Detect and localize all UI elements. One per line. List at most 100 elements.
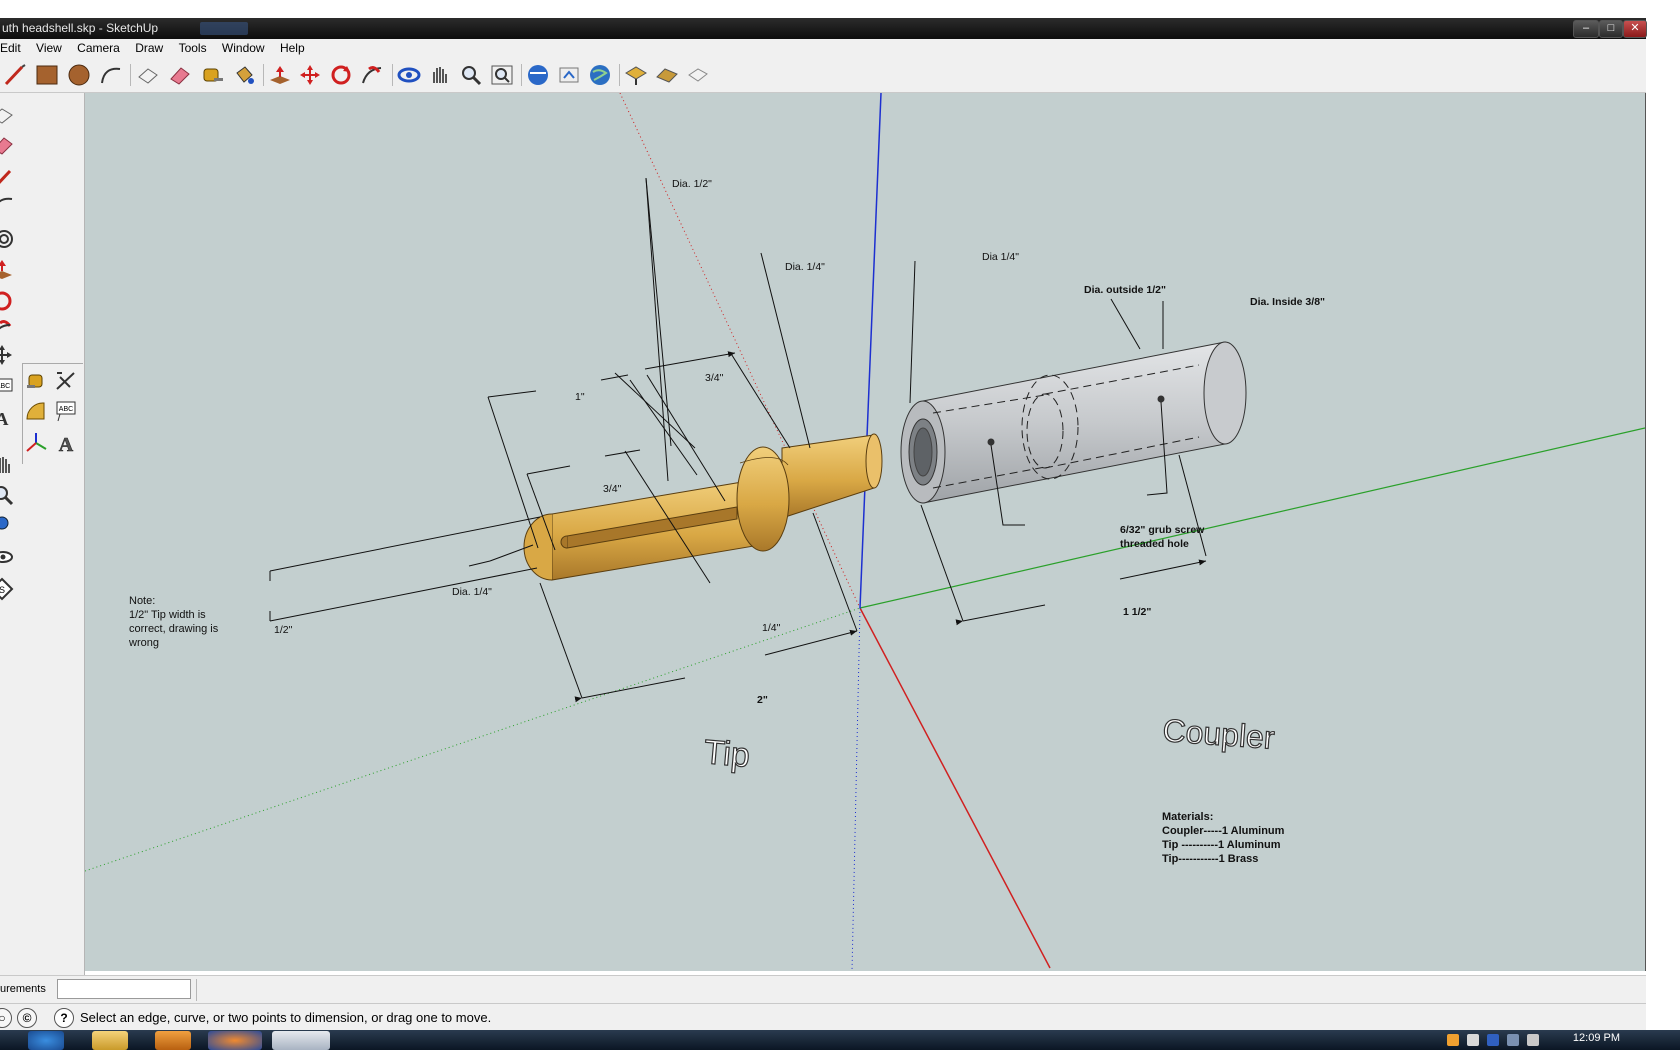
push-pull-icon[interactable]: [267, 63, 293, 87]
menu-window[interactable]: Window: [216, 39, 271, 57]
tape-measure-icon[interactable]: [199, 63, 225, 87]
eraser-icon[interactable]: [167, 63, 193, 87]
tape-measure-icon[interactable]: [24, 369, 48, 393]
power-icon[interactable]: [1507, 1034, 1519, 1046]
menu-camera[interactable]: Camera: [71, 39, 126, 57]
zoom-icon[interactable]: [0, 483, 14, 507]
status-bar: ○ © ? Select an edge, curve, or two poin…: [0, 1003, 1646, 1031]
zoom-extents-icon[interactable]: [489, 63, 515, 87]
flag-icon[interactable]: [1467, 1034, 1479, 1046]
svg-text:S: S: [0, 585, 5, 595]
minimize-button[interactable]: –: [1573, 20, 1599, 38]
note-line-3: correct, drawing is: [129, 623, 219, 635]
follow-me-icon[interactable]: [359, 63, 385, 87]
title-bar: uth headshell.skp - SketchUp – □ ✕: [0, 18, 1647, 39]
arc-tool-icon[interactable]: [98, 63, 124, 87]
google-earth-icon[interactable]: [587, 63, 613, 87]
tip-model[interactable]: [523, 433, 883, 581]
circle-tool-icon[interactable]: [66, 63, 92, 87]
materials-line-1: Coupler-----1 Aluminum: [1162, 825, 1285, 837]
coupler-model[interactable]: [900, 341, 1247, 504]
grub-screw-label-line2: threaded hole: [1120, 538, 1189, 550]
toolbar-separator: [392, 64, 393, 86]
zoom-window-icon[interactable]: [0, 513, 14, 537]
3d-text-tool-icon[interactable]: A: [54, 431, 78, 455]
tray-icon[interactable]: [1447, 1034, 1459, 1046]
firefox-icon[interactable]: [208, 1031, 262, 1050]
text-label-icon[interactable]: ABC: [54, 399, 78, 423]
toolbar-separator: [521, 64, 522, 86]
axes-tool-icon[interactable]: [24, 431, 48, 455]
network-icon[interactable]: [1487, 1034, 1499, 1046]
dim-tip-half-side: 1/2": [274, 624, 293, 636]
drawing-viewport[interactable]: Dia. 1/2" Dia. 1/4" 1" 3/4" 3/4" Dia. 1/…: [85, 93, 1646, 971]
look-around-icon[interactable]: [0, 545, 14, 569]
measurements-input[interactable]: [57, 979, 191, 999]
paint-bucket-icon[interactable]: [231, 63, 257, 87]
media-player-icon[interactable]: [155, 1031, 191, 1050]
taskbar: 12:09 PM: [0, 1030, 1680, 1050]
close-button[interactable]: ✕: [1623, 20, 1647, 38]
move-icon[interactable]: [297, 63, 323, 87]
file-explorer-icon[interactable]: [92, 1031, 128, 1050]
materials-list: Materials: Coupler-----1 Aluminum Tip --…: [1162, 811, 1285, 865]
text-tool-icon[interactable]: ABC: [0, 373, 14, 397]
pan-icon[interactable]: [427, 63, 453, 87]
zoom-icon[interactable]: [458, 63, 484, 87]
menu-edit[interactable]: Edit: [0, 39, 27, 57]
line-tool-icon[interactable]: [2, 63, 28, 87]
help-icon[interactable]: ?: [54, 1008, 74, 1028]
make-component-icon[interactable]: [0, 103, 14, 127]
line-tool-icon[interactable]: [0, 167, 14, 191]
window-title: uth headshell.skp - SketchUp: [2, 21, 159, 35]
toolbar-separator: [619, 64, 620, 86]
note-line-2: 1/2" Tip width is: [129, 609, 206, 621]
share-model-icon[interactable]: [556, 63, 582, 87]
photo-textures-icon[interactable]: [685, 63, 711, 87]
materials-line-3: Tip-----------1 Brass: [1162, 853, 1258, 865]
coupler-3d-label: Coupler: [1162, 712, 1277, 756]
arc-tool-icon[interactable]: [0, 193, 14, 217]
menu-tools[interactable]: Tools: [173, 39, 213, 57]
orbit-icon[interactable]: [396, 63, 422, 87]
model-canvas[interactable]: Dia. 1/2" Dia. 1/4" 1" 3/4" 3/4" Dia. 1/…: [85, 93, 1645, 971]
dim-coupler-dia-quarter: Dia 1/4": [982, 251, 1019, 263]
protractor-icon[interactable]: [24, 399, 48, 423]
dimension-tool-icon[interactable]: [54, 369, 78, 393]
push-pull-icon[interactable]: [0, 257, 14, 281]
dim-tip-dia-quarter-left: Dia. 1/4": [452, 586, 492, 598]
follow-me-icon[interactable]: [0, 317, 14, 341]
menu-help[interactable]: Help: [274, 39, 311, 57]
make-component-icon[interactable]: [135, 63, 161, 87]
section-plane-icon[interactable]: S: [0, 577, 14, 601]
maximize-button[interactable]: □: [1599, 20, 1623, 38]
left-tool-palette: ABC ABC A A S: [0, 93, 85, 975]
get-models-icon[interactable]: [525, 63, 551, 87]
dim-tip-three-quarter-top: 3/4": [705, 372, 724, 384]
design-note: Note: 1/2" Tip width is correct, drawing…: [128, 595, 219, 649]
menu-draw[interactable]: Draw: [129, 39, 169, 57]
offset-icon[interactable]: [0, 227, 14, 251]
taskbar-clock: 12:09 PM: [1572, 1032, 1620, 1044]
move-icon[interactable]: [0, 343, 14, 367]
sketchup-taskbar-icon[interactable]: [272, 1031, 330, 1050]
speaker-icon[interactable]: [1527, 1034, 1539, 1046]
rotate-icon[interactable]: [328, 63, 354, 87]
menu-view[interactable]: View: [30, 39, 68, 57]
internet-explorer-icon[interactable]: [28, 1031, 64, 1050]
tip-3d-label: Tip: [702, 733, 751, 775]
credits-icon[interactable]: ©: [17, 1008, 37, 1028]
eraser-icon[interactable]: [0, 133, 14, 157]
rectangle-tool-icon[interactable]: [34, 63, 60, 87]
dim-tip-quarter: 1/4": [762, 622, 781, 634]
pan-icon[interactable]: [0, 453, 14, 477]
svg-text:A: A: [59, 434, 74, 455]
rotate-icon[interactable]: [0, 289, 14, 313]
toggle-terrain-icon[interactable]: [654, 63, 680, 87]
geo-location-icon[interactable]: ○: [0, 1008, 12, 1028]
materials-line-2: Tip ----------1 Aluminum: [1162, 839, 1281, 851]
add-location-icon[interactable]: [623, 63, 649, 87]
svg-text:ABC: ABC: [0, 383, 10, 390]
3d-text-icon[interactable]: A: [0, 405, 14, 429]
dim-tip-three-quarter: 3/4": [603, 483, 622, 495]
